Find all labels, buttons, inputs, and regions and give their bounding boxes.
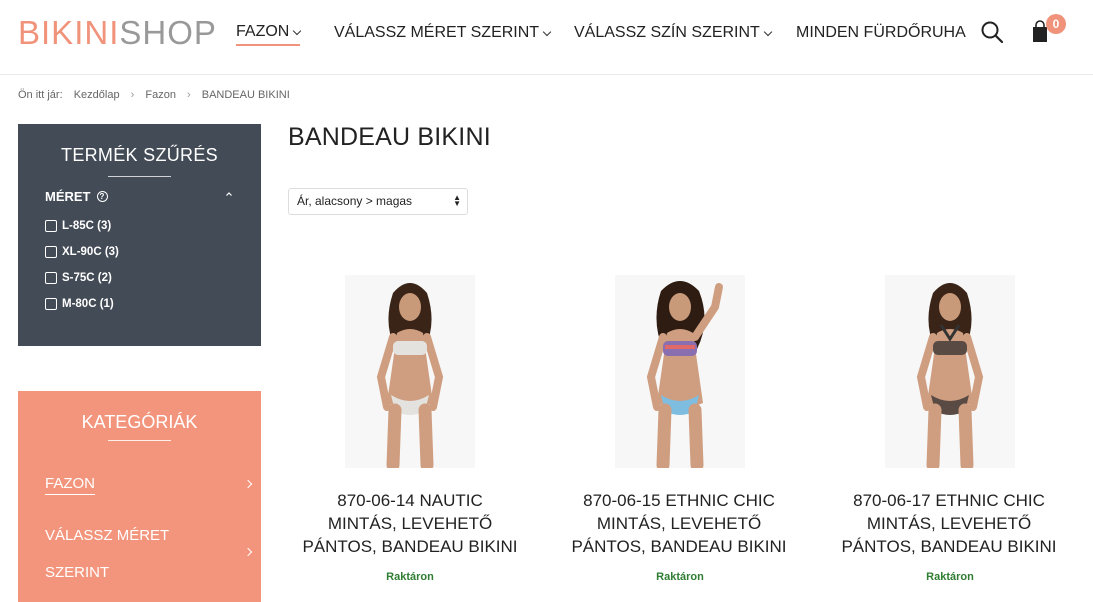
nav-item-all-swimwear[interactable]: MINDEN FÜRDŐRUHA: [796, 20, 966, 46]
size-option-s[interactable]: S-75C (2): [45, 272, 112, 284]
stock-status: Raktáron: [386, 571, 434, 583]
category-item-fazon[interactable]: FAZON: [45, 475, 96, 495]
divider: [108, 440, 171, 441]
category-panel: KATEGÓRIÁK FAZON VÁLASSZ MÉRET SZERINT: [18, 391, 261, 602]
help-icon[interactable]: ?: [96, 191, 108, 202]
nav-item-color[interactable]: VÁLASSZ SZÍN SZERINT: [574, 20, 773, 46]
model-photo: [345, 275, 475, 468]
checkbox[interactable]: [45, 220, 57, 232]
site-header: BIKINISHOP FAZON VÁLASSZ MÉRET SZERINT V…: [0, 0, 1093, 75]
product-image[interactable]: [615, 275, 745, 468]
breadcrumb-home[interactable]: Kezdőlap: [74, 89, 120, 101]
site-logo[interactable]: BIKINISHOP: [18, 14, 217, 52]
breadcrumb: Ön itt jár: Kezdőlap › Fazon › BANDEAU B…: [18, 89, 290, 101]
checkbox[interactable]: [45, 298, 57, 310]
checkbox[interactable]: [45, 246, 57, 258]
nav-item-size[interactable]: VÁLASSZ MÉRET SZERINT: [334, 20, 552, 46]
breadcrumb-separator: ›: [187, 89, 191, 101]
size-option-l[interactable]: L-85C (3): [45, 220, 111, 232]
product-filter-panel: TERMÉK SZŰRÉS MÉRET ? L-85C (3) XL-90C (…: [18, 124, 261, 346]
chevron-down-icon: [542, 27, 552, 36]
breadcrumb-separator: ›: [130, 89, 135, 101]
chevron-down-icon: [763, 27, 773, 36]
breadcrumb-fazon[interactable]: Fazon: [145, 89, 176, 101]
stock-status: Raktáron: [926, 571, 974, 583]
category-title: KATEGÓRIÁK: [81, 412, 198, 432]
product-image[interactable]: [885, 275, 1015, 468]
divider: [108, 176, 171, 177]
size-filter-header[interactable]: MÉRET ?: [45, 189, 108, 204]
chevron-right-icon[interactable]: [243, 547, 253, 557]
product-image[interactable]: [345, 275, 475, 468]
chevron-up-icon[interactable]: [225, 190, 233, 198]
model-photo: [615, 275, 745, 468]
size-option-xl[interactable]: XL-90C (3): [45, 246, 119, 258]
select-arrows-icon: ▲ ▼: [453, 193, 461, 208]
filter-title: TERMÉK SZŰRÉS: [61, 145, 218, 165]
product-name[interactable]: 870-06-15 ETHNIC CHIC MINTÁS, LEVEHETŐ P…: [549, 489, 809, 558]
product-name[interactable]: 870-06-14 NAUTIC MINTÁS, LEVEHETŐ PÁNTOS…: [280, 489, 540, 558]
search-icon[interactable]: [980, 20, 1004, 44]
chevron-down-icon: [293, 26, 302, 35]
nav-item-fazon[interactable]: FAZON: [236, 20, 302, 46]
breadcrumb-current: BANDEAU BIKINI: [201, 89, 290, 101]
cart-count-badge: 0: [1046, 14, 1066, 34]
chevron-right-icon[interactable]: [243, 479, 253, 489]
model-photo: [885, 275, 1015, 468]
stock-status: Raktáron: [656, 571, 704, 583]
sort-select[interactable]: Ár, alacsony > magas ▲ ▼: [288, 188, 468, 215]
product-name[interactable]: 870-06-17 ETHNIC CHIC MINTÁS, LEVEHETŐ P…: [819, 489, 1079, 558]
size-option-m[interactable]: M-80C (1): [45, 298, 114, 310]
checkbox[interactable]: [45, 272, 57, 284]
category-item-size-line2[interactable]: SZERINT: [45, 564, 109, 581]
category-item-size[interactable]: VÁLASSZ MÉRET: [45, 527, 169, 544]
page-title: BANDEAU BIKINI: [288, 123, 491, 151]
